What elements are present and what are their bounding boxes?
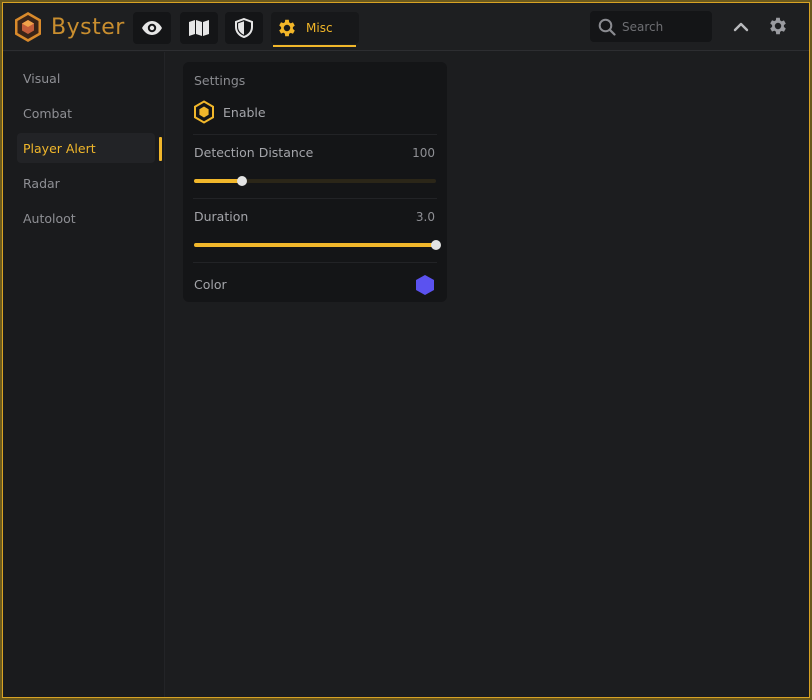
search-icon xyxy=(598,18,616,36)
detection-distance-slider[interactable] xyxy=(194,174,436,188)
divider xyxy=(193,134,437,135)
active-item-indicator xyxy=(159,137,162,161)
sidebar-item-visual[interactable]: Visual xyxy=(17,63,155,93)
map-icon xyxy=(189,20,209,36)
slider-thumb[interactable] xyxy=(431,240,441,250)
sidebar-item-label: Player Alert xyxy=(23,140,96,156)
app-name: Byster xyxy=(51,14,125,40)
slider-fill xyxy=(194,243,436,247)
search-input[interactable] xyxy=(622,19,706,34)
settings-gear-icon[interactable] xyxy=(767,15,789,37)
sidebar-item-player-alert[interactable]: Player Alert xyxy=(17,133,155,163)
detection-distance-label: Detection Distance xyxy=(194,145,314,160)
tab-visual[interactable] xyxy=(133,12,171,44)
sidebar-item-label: Combat xyxy=(23,105,73,121)
duration-label: Duration xyxy=(194,209,249,224)
divider xyxy=(193,262,437,263)
color-swatch[interactable] xyxy=(415,274,435,296)
duration-value: 3.0 xyxy=(415,210,435,224)
chevron-up-icon[interactable] xyxy=(731,17,751,37)
sidebar-item-combat[interactable]: Combat xyxy=(17,98,155,128)
app-window: Byster Misc Search Visual Combat Player … xyxy=(2,2,810,698)
tab-shield[interactable] xyxy=(225,12,263,44)
sidebar-item-label: Visual xyxy=(23,70,61,86)
settings-panel: Settings Enable Detection Distance 100 D… xyxy=(183,62,447,302)
color-label: Color xyxy=(194,277,227,292)
tab-misc-label: Misc xyxy=(306,21,333,35)
search-box[interactable] xyxy=(590,11,712,42)
color-swatch-hexagon xyxy=(416,275,434,295)
sidebar-item-radar[interactable]: Radar xyxy=(17,168,155,198)
eye-icon xyxy=(142,21,162,35)
duration-slider[interactable] xyxy=(194,238,441,252)
tab-misc[interactable]: Misc xyxy=(271,12,359,47)
shield-icon xyxy=(235,18,253,38)
detection-distance-value: 100 xyxy=(412,146,435,160)
header-bar: Byster Misc xyxy=(3,3,809,51)
tab-map[interactable] xyxy=(180,12,218,44)
panel-title: Settings xyxy=(194,73,246,88)
enable-toggle[interactable]: Enable xyxy=(193,100,266,124)
divider xyxy=(193,198,437,199)
sidebar: Visual Combat Player Alert Radar Autoloo… xyxy=(3,52,165,697)
hexagon-checkbox-icon xyxy=(194,100,214,124)
slider-thumb[interactable] xyxy=(237,176,248,186)
sidebar-item-label: Autoloot xyxy=(23,210,76,226)
active-tab-underline xyxy=(273,45,356,47)
enable-label: Enable xyxy=(223,104,266,120)
sidebar-item-autoloot[interactable]: Autoloot xyxy=(17,203,155,233)
slider-fill xyxy=(194,179,243,183)
gear-icon xyxy=(279,19,295,37)
sidebar-item-label: Radar xyxy=(23,175,60,191)
brand: Byster xyxy=(13,10,125,44)
byster-logo-icon xyxy=(15,12,41,42)
